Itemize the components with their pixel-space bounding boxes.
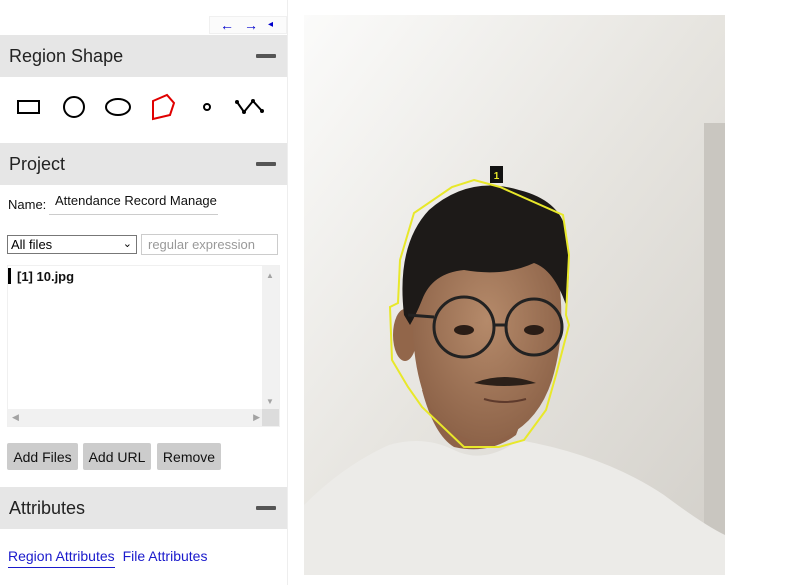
- tab-region-attributes[interactable]: Region Attributes: [8, 548, 115, 568]
- selected-file-marker: [8, 268, 11, 284]
- ellipse-icon: [105, 98, 131, 116]
- attributes-title: Attributes: [9, 497, 86, 518]
- scroll-left-icon[interactable]: ◀: [12, 412, 19, 423]
- region-shape-toolbar: [0, 78, 287, 138]
- polyline-shape-button[interactable]: [233, 90, 267, 124]
- rectangle-icon: [17, 100, 40, 114]
- add-url-button[interactable]: Add URL: [83, 443, 151, 470]
- file-list-item[interactable]: [1] 10.jpg: [8, 268, 74, 284]
- annotated-photo: 1: [304, 15, 725, 575]
- file-filter-selected: All files: [11, 237, 53, 252]
- tab-file-attributes[interactable]: File Attributes: [123, 548, 208, 568]
- collapse-minus-icon[interactable]: [256, 506, 276, 510]
- point-icon: [203, 103, 211, 111]
- attributes-header[interactable]: Attributes: [0, 487, 287, 529]
- polyline-icon: [235, 99, 264, 114]
- image-canvas[interactable]: 1: [304, 15, 725, 575]
- scroll-up-icon[interactable]: ▲: [266, 271, 274, 280]
- polygon-shape-button[interactable]: [146, 90, 180, 124]
- region-shape-title: Region Shape: [9, 45, 124, 66]
- point-shape-button[interactable]: [190, 90, 224, 124]
- ellipse-shape-button[interactable]: [101, 90, 135, 124]
- add-files-button[interactable]: Add Files: [7, 443, 78, 470]
- project-header[interactable]: Project: [0, 143, 287, 185]
- attributes-tabs: Region Attributes File Attributes: [8, 548, 207, 568]
- polygon-icon: [152, 93, 176, 121]
- file-list: [1] 10.jpg ▲ ▼ ◀ ▶: [7, 265, 280, 427]
- collapse-minus-icon[interactable]: [256, 162, 276, 166]
- previous-arrow-icon[interactable]: ←: [220, 18, 234, 32]
- scroll-right-icon[interactable]: ▶: [253, 412, 260, 423]
- next-arrow-icon[interactable]: →: [244, 18, 258, 32]
- scrollbar-corner: [262, 409, 279, 426]
- horizontal-scrollbar[interactable]: ◀ ▶: [8, 409, 264, 426]
- circle-icon: [63, 96, 85, 118]
- collapse-minus-icon[interactable]: [256, 54, 276, 58]
- region-label-text: 1: [494, 171, 500, 182]
- collapse-sidebar-icon[interactable]: ◂: [268, 18, 273, 32]
- project-name-label: Name:: [8, 197, 47, 212]
- vertical-scrollbar[interactable]: ▲ ▼: [262, 266, 279, 411]
- sidebar-nav-controls: ← → ◂: [209, 16, 287, 34]
- file-filter-select[interactable]: All files ⌄: [7, 235, 137, 254]
- regex-filter-input[interactable]: regular expression: [141, 234, 278, 255]
- project-title: Project: [9, 153, 66, 174]
- chevron-down-icon: ⌄: [122, 238, 132, 250]
- left-sidebar: ← → ◂ Region Shape Project Name: Attenda…: [0, 0, 288, 585]
- remove-button[interactable]: Remove: [157, 443, 221, 470]
- project-name-input[interactable]: Attendance Record Manage: [49, 193, 218, 215]
- rectangle-shape-button[interactable]: [12, 90, 46, 124]
- app-root: ← → ◂ Region Shape Project Name: Attenda…: [0, 0, 785, 585]
- region-shape-header[interactable]: Region Shape: [0, 35, 287, 77]
- scroll-down-icon[interactable]: ▼: [266, 397, 274, 406]
- file-list-item-label: [1] 10.jpg: [17, 268, 75, 284]
- circle-shape-button[interactable]: [57, 90, 91, 124]
